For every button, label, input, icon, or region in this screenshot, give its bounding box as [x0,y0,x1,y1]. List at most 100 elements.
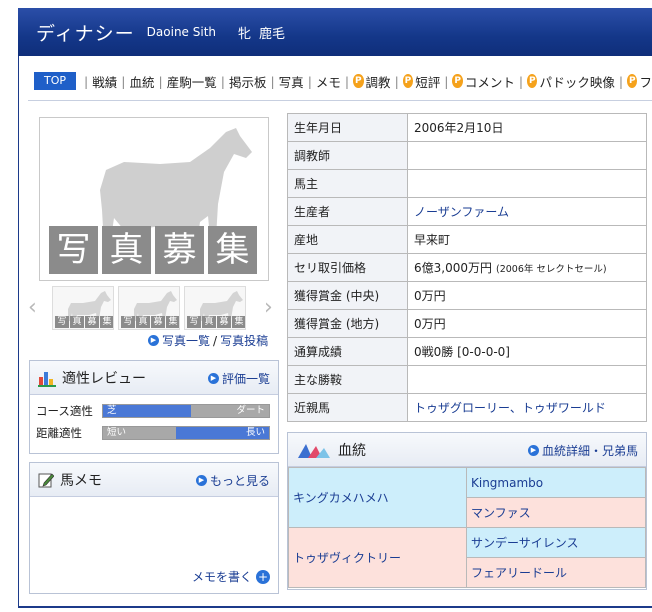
profile-value[interactable]: ノーザンファーム [414,205,509,219]
profile-value: 早来町 [414,233,451,247]
chevron-left-icon[interactable]: ‹ [28,297,40,319]
profile-value: 0万円 [414,317,446,331]
premium-icon: P [627,74,638,88]
nav-item-short-review[interactable]: 短評 [415,72,440,91]
distance-aptitude-right: 長い [176,427,269,439]
nav-item-photo[interactable]: 写真 [279,72,304,91]
profile-row: 獲得賞金 (中央) 0万円 [287,281,647,310]
pedigree-logo-icon [298,443,330,458]
profile-row: 獲得賞金 (地方) 0万円 [287,309,647,338]
course-aptitude-bar: 芝 ダート [102,404,270,418]
arrow-circle-icon: ▶ [148,335,159,346]
pedigree-table: キングカメハメハ Kingmambo マンファス トゥザヴィクトリー サンデーサ… [288,467,646,588]
chevron-right-icon[interactable]: › [264,297,276,319]
aptitude-review-title: 適性レビュー [62,370,146,387]
dam-sire-link[interactable]: サンデーサイレンス [471,536,579,550]
pedigree-detail-link[interactable]: 血統詳細・兄弟馬 [542,442,638,459]
photo-recruit-label: 写 真 募 集 [49,226,257,274]
pedigree-box: 血統 ▶ 血統詳細・兄弟馬 キングカメハメハ Kingmambo マンファス ト… [287,432,647,590]
course-aptitude-left: 芝 [103,405,191,417]
nav-item-board[interactable]: 掲示板 [229,72,267,91]
profile-label: 馬主 [287,169,408,198]
profile-label: 調教師 [287,141,408,170]
horse-memo-box: 馬メモ ▶ もっと見る メモを書く + [29,462,279,594]
sire-sire-cell[interactable]: Kingmambo [466,467,646,498]
distance-aptitude-row: 距離適性 短い 長い [36,425,270,441]
profile-label: 生年月日 [287,113,408,142]
memo-more-link[interactable]: もっと見る [210,472,270,489]
profile-value[interactable]: トゥザグローリー、トゥザワールド [414,401,606,415]
profile-label: 主な勝鞍 [287,365,408,394]
sire-cell[interactable]: キングカメハメハ [288,467,467,528]
horse-name-en: Daoine Sith [146,25,217,39]
premium-icon: P [527,74,538,88]
profile-row: 馬主 [287,169,647,198]
premium-icon: P [353,74,364,88]
profile-label: 獲得賞金 (中央) [287,281,408,310]
aptitude-review-box: 適性レビュー ▶ 評価一覧 コース適性 芝 ダート 距離適性 短い 長い [29,360,279,454]
aptitude-review-header: 適性レビュー ▶ 評価一覧 [30,361,278,395]
horse-name: ディナシー [36,22,135,45]
thumbnail[interactable]: 写真募集 [118,286,180,330]
photo-post-link[interactable]: 写真投稿 [220,332,268,349]
profile-label: セリ取引価格 [287,253,408,282]
distance-aptitude-bar: 短い 長い [102,426,270,440]
arrow-circle-icon: ▶ [195,475,207,486]
horse-header: ディナシー Daoine Sith 牝 鹿毛 [18,8,652,56]
nav-item-memo[interactable]: メモ [316,72,341,91]
pedigree-header: 血統 ▶ 血統詳細・兄弟馬 [288,433,646,467]
profile-value: 0万円 [414,289,446,303]
sire-dam-link[interactable]: マンファス [471,506,531,520]
dam-sire-cell[interactable]: サンデーサイレンス [466,527,646,558]
nav-divider [28,100,652,101]
sire-dam-cell[interactable]: マンファス [466,497,646,528]
profile-row: 近親馬 トゥザグローリー、トゥザワールド [287,393,647,422]
photo-list-link[interactable]: 写真一覧 [162,332,210,349]
course-aptitude-row: コース適性 芝 ダート [36,403,270,419]
dam-dam-link[interactable]: フェアリードール [471,566,567,580]
pedigree-title: 血統 [338,442,366,459]
profile-value: 2006年2月10日 [414,121,504,135]
nav-item-pedigree[interactable]: 血統 [129,72,154,91]
horse-coat: 鹿毛 [259,26,286,42]
profile-value-note: (2006年 セレクトセール) [496,264,607,275]
nav-item-paddock-video[interactable]: パドック映像 [539,72,614,91]
dam-link[interactable]: トゥザヴィクトリー [293,551,401,565]
sire-sire-link[interactable]: Kingmambo [471,476,543,490]
premium-icon: P [452,74,463,88]
distance-aptitude-left: 短い [103,427,177,439]
nav-item-comment[interactable]: コメント [465,72,515,91]
nav-item-training[interactable]: 調教 [366,72,391,91]
nav-top[interactable]: TOP [34,72,77,90]
nav-item-results[interactable]: 戦績 [92,72,117,91]
premium-icon: P [402,74,414,88]
arrow-circle-icon: ▶ [207,373,219,384]
dam-dam-cell[interactable]: フェアリードール [466,557,646,588]
bar-chart-icon [38,371,56,387]
distance-aptitude-label: 距離適性 [36,426,82,440]
profile-row: 通算成績 0戦0勝 [0-0-0-0] [287,337,647,366]
sire-link[interactable]: キングカメハメハ [293,491,389,505]
horse-sex: 牝 [238,26,252,42]
profile-label: 生産者 [287,197,408,226]
thumbnail[interactable]: 写真募集 [52,286,114,330]
photo-thumbnails: ‹ 写真募集 写真募集 写真募集 › [28,286,280,332]
profile-value: 6億3,000万円 [414,261,492,275]
dam-cell[interactable]: トゥザヴィクトリー [288,527,467,588]
nav-item-offspring[interactable]: 産駒一覧 [167,72,217,91]
course-aptitude-right: ダート [190,405,269,417]
nav-item-more[interactable]: フ [639,72,652,91]
horse-profile-table: 生年月日 2006年2月10日 調教師 馬主 生産者 ノーザンファーム産地 早来町 セリ取引価… [287,113,647,422]
profile-row: 主な勝鞍 [287,365,647,394]
arrow-circle-icon: ▶ [527,445,539,456]
profile-row: 産地 早来町 [287,225,647,254]
horse-nav: TOP | 戦績 | 血統 | 産駒一覧 | 掲示板 | 写真 | メモ | P… [34,70,652,92]
horse-photo-placeholder[interactable]: 写 真 募 集 [39,117,269,281]
profile-label: 通算成績 [287,337,408,366]
profile-row: セリ取引価格 6億3,000万円 (2006年 セレクトセール) [287,253,647,282]
write-memo-link[interactable]: メモを書く [192,568,252,585]
thumbnail[interactable]: 写真募集 [184,286,246,330]
review-list-link[interactable]: 評価一覧 [222,370,270,387]
plus-circle-icon[interactable]: + [256,569,270,584]
horse-memo-header: 馬メモ ▶ もっと見る [30,463,278,497]
